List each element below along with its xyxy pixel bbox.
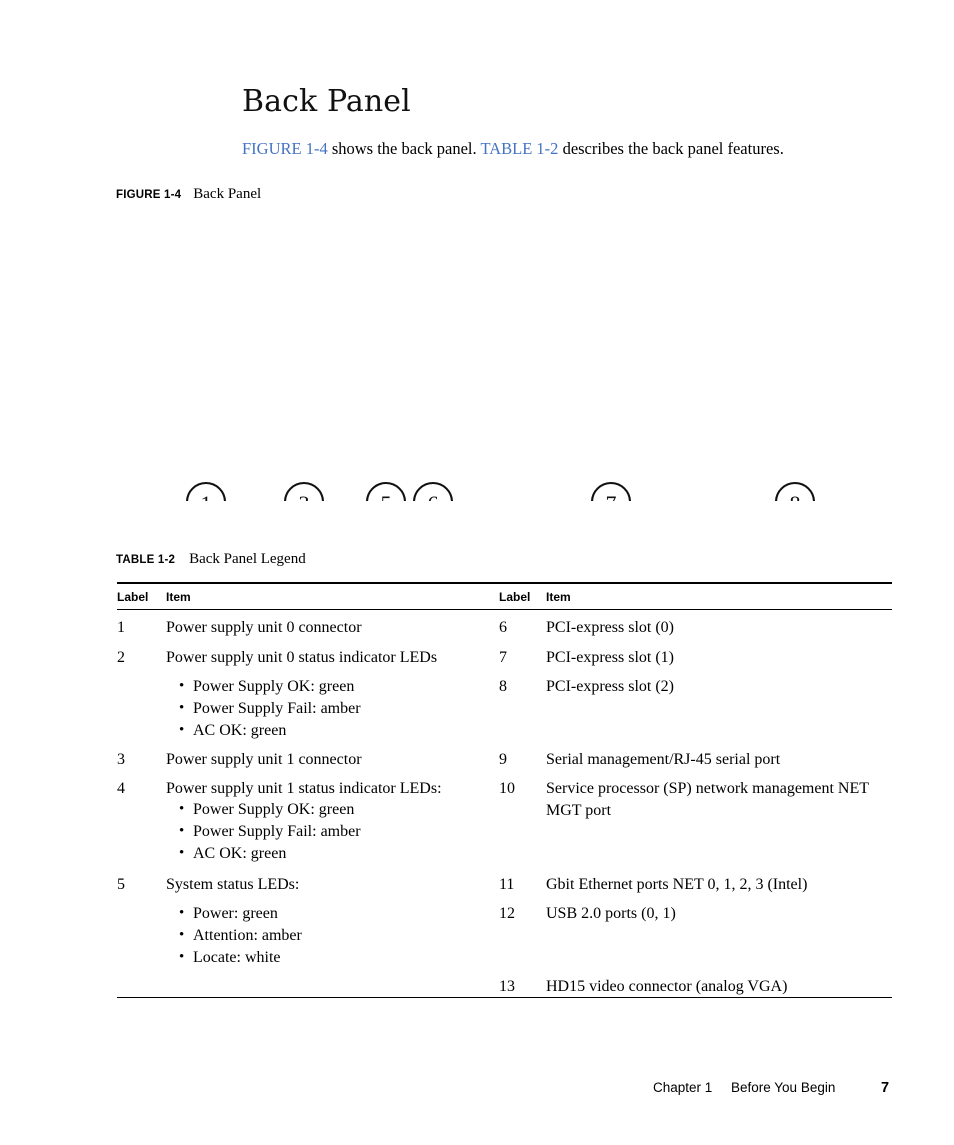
table-crossref-link[interactable]: TABLE 1-2 [480, 139, 558, 158]
table-row: 5 [117, 874, 162, 896]
row-item: System status LEDs: [166, 876, 300, 893]
table-caption-title: Back Panel Legend [189, 551, 306, 567]
row-item: USB 2.0 ports (0, 1) [546, 905, 676, 922]
table-header-label-right: Label [499, 590, 531, 604]
row-label: 9 [499, 751, 507, 768]
document-page: Back Panel FIGURE 1-4 shows the back pan… [0, 0, 954, 1145]
list-item: AC OK: green [178, 719, 498, 742]
intro-text-mid: shows the back panel. [327, 139, 481, 158]
row-label: 8 [499, 678, 507, 695]
callout-6-number: 6 [428, 491, 439, 501]
table-rule-header [117, 609, 892, 611]
callout-7-number: 7 [606, 491, 617, 501]
row-label: 13 [499, 978, 515, 995]
callout-3-number: 3 [299, 491, 310, 501]
row-label: 2 [117, 649, 125, 666]
callout-1-number: 1 [201, 491, 212, 501]
row-bullet-list: Power: green Attention: amber Locate: wh… [178, 902, 498, 969]
table-row: 3 [117, 749, 162, 771]
row-item: Power supply unit 1 status indicator LED… [166, 780, 442, 797]
row-bullet-list: Power Supply OK: green Power Supply Fail… [178, 798, 498, 865]
table-row: 12 [499, 903, 544, 925]
list-item: Power Supply OK: green [178, 675, 498, 698]
figure-caption-title: Back Panel [193, 186, 262, 202]
row-item: HD15 video connector (analog VGA) [546, 978, 788, 995]
figure-caption-label: FIGURE 1-4 [116, 189, 182, 201]
table-caption-label: TABLE 1-2 [116, 554, 176, 566]
row-item: PCI-express slot (2) [546, 678, 674, 695]
table-header-item-left: Item [166, 590, 191, 604]
table-header-item-right: Item [546, 590, 571, 604]
row-item: PCI-express slot (1) [546, 649, 674, 666]
callout-5-number: 5 [381, 491, 392, 501]
row-label: 7 [499, 649, 507, 666]
row-item: Power supply unit 1 connector [166, 751, 362, 768]
table-row: 7 [499, 647, 544, 669]
callout-7[interactable]: 7 [590, 481, 632, 501]
row-label: 12 [499, 905, 515, 922]
list-item: Attention: amber [178, 924, 498, 947]
list-item: AC OK: green [178, 842, 498, 865]
row-label: 3 [117, 751, 125, 768]
row-bullet-list: Power Supply OK: green Power Supply Fail… [178, 675, 498, 742]
back-panel-figure: PCI [0, 236, 954, 501]
table-row: 11 [499, 874, 544, 896]
page-title: Back Panel [242, 84, 411, 119]
callout-1[interactable]: 1 [185, 481, 227, 501]
table-row: 6 [499, 617, 544, 639]
callout-8-number: 8 [790, 491, 801, 501]
table-row: 13 [499, 976, 544, 998]
row-item: Gbit Ethernet ports NET 0, 1, 2, 3 (Inte… [546, 876, 808, 893]
list-item: Power Supply Fail: amber [178, 820, 498, 843]
list-item: Power: green [178, 902, 498, 925]
table-header-label-left: Label [117, 590, 149, 604]
callout-3[interactable]: 3 [283, 481, 325, 501]
figure-crossref-link[interactable]: FIGURE 1-4 [242, 139, 328, 158]
row-item: Serial management/RJ-45 serial port [546, 751, 781, 768]
row-label: 10 [499, 780, 515, 797]
table-row: 2 [117, 647, 162, 669]
table-row: 9 [499, 749, 544, 771]
table-rule-top [117, 582, 892, 584]
list-item: Locate: white [178, 946, 498, 969]
intro-text-tail: describes the back panel features. [558, 139, 784, 158]
row-label: 5 [117, 876, 125, 893]
figure-caption: FIGURE 1-4 Back Panel [116, 186, 261, 203]
callout-6[interactable]: 6 [412, 481, 454, 501]
footer-section: Before You Begin [731, 1080, 836, 1095]
row-label: 6 [499, 619, 507, 636]
callout-8[interactable]: 8 [774, 481, 816, 501]
row-item: Power supply unit 0 status indicator LED… [166, 649, 438, 666]
table-row: 8 [499, 676, 544, 698]
list-item: Power Supply Fail: amber [178, 697, 498, 720]
row-label: 11 [499, 876, 515, 893]
row-item: Service processor (SP) network managemen… [546, 780, 869, 819]
table-row: 10 [499, 778, 544, 800]
callout-5[interactable]: 5 [365, 481, 407, 501]
footer-page-number: 7 [881, 1080, 890, 1096]
row-item: Power supply unit 0 connector [166, 619, 362, 636]
back-panel-illustration: PCI [185, 481, 816, 501]
intro-paragraph: FIGURE 1-4 shows the back panel. TABLE 1… [242, 138, 902, 159]
footer-chapter: Chapter 1 [653, 1080, 713, 1095]
table-row: 1 [117, 617, 162, 639]
callouts-top: 1 3 5 6 7 8 [185, 481, 816, 501]
table-row: 4 [117, 778, 162, 800]
row-item: PCI-express slot (0) [546, 619, 674, 636]
row-label: 1 [117, 619, 125, 636]
table-caption: TABLE 1-2 Back Panel Legend [116, 551, 306, 568]
row-label: 4 [117, 780, 125, 797]
list-item: Power Supply OK: green [178, 798, 498, 821]
